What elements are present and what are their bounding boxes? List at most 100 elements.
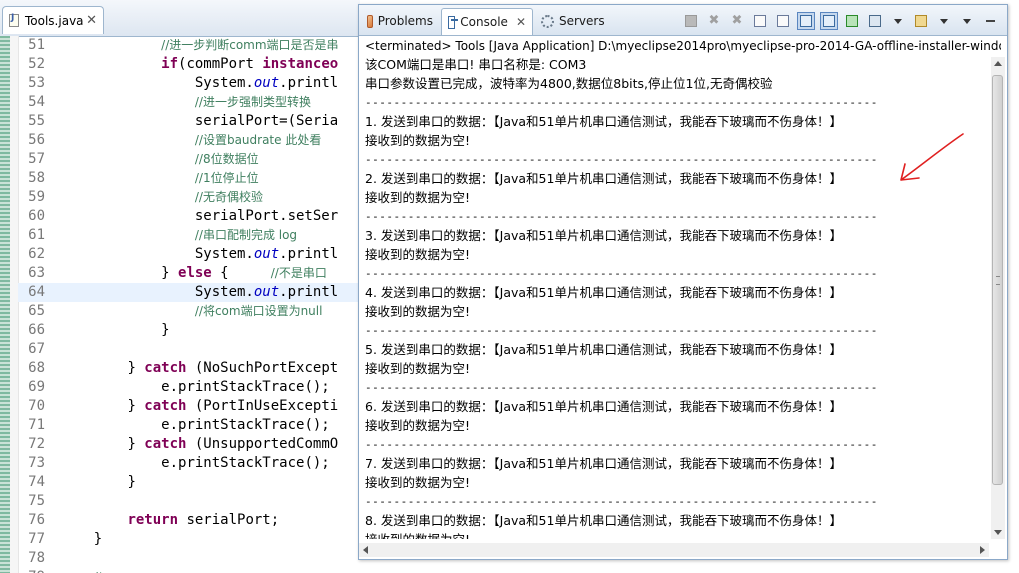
code-line[interactable]: 55 serialPort=(Seria: [18, 112, 360, 131]
code-line[interactable]: 53 System.out.printl: [18, 74, 360, 93]
code-token: }: [127, 360, 145, 376]
code-text: //进一步强制类型转换: [60, 93, 311, 112]
line-number: 66: [28, 322, 45, 338]
code-line[interactable]: 52 if(commPort instanceo: [18, 55, 360, 74]
code-line[interactable]: 69 e.printStackTrace();: [18, 378, 360, 397]
comment-token: //1位停止位: [194, 171, 259, 185]
code-line[interactable]: 63 } else { //不是串口: [18, 264, 360, 283]
tab-console[interactable]: Console ✕: [441, 8, 533, 35]
output-separator: ----------------------------------------…: [365, 210, 878, 223]
code-line[interactable]: 76 return serialPort;: [18, 511, 360, 530]
scrollbar-thumb[interactable]: [992, 75, 1003, 485]
code-line[interactable]: 66 }: [18, 321, 360, 340]
comment-token: //串口配制完成 log: [194, 228, 298, 242]
code-text: if(commPort instanceo: [60, 55, 338, 74]
code-line[interactable]: 61 //串口配制完成 log: [18, 226, 360, 245]
code-area[interactable]: 51 //进一步判断comm端口是否是串 52 if(commPort insta…: [18, 36, 360, 573]
comment-token: //进一步强制类型转换: [194, 95, 311, 109]
pin-console-glyph: [846, 15, 858, 27]
line-number: 65: [28, 303, 45, 319]
output-line: 1. 发送到串口的数据：【Java和51单片机串口通信测试，我能吞下玻璃而不伤身…: [365, 114, 842, 129]
code-line[interactable]: 54 //进一步强制类型转换: [18, 93, 360, 112]
code-line[interactable]: 51 //进一步判断comm端口是否是串: [18, 36, 360, 55]
pin-console-icon[interactable]: [843, 12, 861, 30]
scroll-right-icon[interactable]: [980, 546, 985, 554]
minimize-glyph: [985, 20, 995, 22]
tab-problems[interactable]: Problems: [361, 8, 439, 34]
code-line[interactable]: 59 //无奇偶校验: [18, 188, 360, 207]
display-console-dropdown-icon[interactable]: [889, 12, 907, 30]
line-number: 62: [28, 246, 45, 262]
console-output[interactable]: 该COM端口是串口! 串口名称是: COM3 串口参数设置已完成，波特率为4800…: [365, 55, 985, 539]
code-line[interactable]: 64 System.out.printl: [18, 283, 360, 302]
code-line[interactable]: 67: [18, 340, 360, 359]
display-console-glyph: [869, 15, 881, 27]
code-line[interactable]: 60 serialPort.setSer: [18, 207, 360, 226]
code-line[interactable]: 74 }: [18, 473, 360, 492]
line-number: 52: [28, 56, 45, 72]
code-text: e.printStackTrace();: [60, 378, 330, 397]
clear-console-icon[interactable]: [751, 12, 769, 30]
open-console-dropdown-icon[interactable]: [935, 12, 953, 30]
scroll-left-icon[interactable]: [363, 546, 368, 554]
scroll-down-icon[interactable]: [994, 530, 1002, 535]
code-line[interactable]: 71 e.printStackTrace();: [18, 416, 360, 435]
minimize-icon[interactable]: [981, 12, 999, 30]
tab-problems-label: Problems: [377, 14, 433, 28]
code-text: } catch (PortInUseExcepti: [60, 397, 338, 416]
line-number: 57: [28, 151, 45, 167]
field-token: out: [253, 284, 280, 300]
line-number: 56: [28, 132, 45, 148]
output-line: 5. 发送到串口的数据：【Java和51单片机串口通信测试，我能吞下玻璃而不伤身…: [365, 342, 842, 357]
code-line[interactable]: 57 //8位数据位: [18, 150, 360, 169]
code-token: (commPort: [178, 56, 263, 72]
code-line[interactable]: 68 } catch (NoSuchPortExcept: [18, 359, 360, 378]
code-line[interactable]: 72 } catch (UnsupportedCommO: [18, 435, 360, 454]
output-line: 串口参数设置已完成，波特率为4800,数据位8bits,停止位1位,无奇偶校验: [365, 76, 773, 91]
code-line[interactable]: 65 //将com端口设置为null: [18, 302, 360, 321]
code-line[interactable]: 56 //设置baudrate 此处看: [18, 131, 360, 150]
code-line[interactable]: 77 }: [18, 530, 360, 549]
line-number: 77: [28, 531, 45, 547]
show-on-error-glyph: [823, 15, 835, 27]
code-line[interactable]: 79 /*: [18, 568, 360, 573]
open-console-icon[interactable]: [912, 12, 930, 30]
line-number: 51: [28, 37, 45, 53]
scroll-up-icon[interactable]: [994, 61, 1002, 66]
line-number: 74: [28, 474, 45, 490]
remove-all-terminated-icon[interactable]: ✖: [728, 12, 746, 30]
keyword-token: if: [161, 56, 179, 72]
editor-tab-tools-java[interactable]: Tools.java ✕: [2, 6, 104, 34]
code-line[interactable]: 78: [18, 549, 360, 568]
comment-token: //不是串口: [270, 266, 327, 280]
output-line: 接收到的数据为空!: [365, 247, 471, 262]
code-text: /*: [60, 568, 104, 573]
tab-servers[interactable]: Servers: [535, 8, 613, 34]
code-line[interactable]: 73 e.printStackTrace();: [18, 454, 360, 473]
line-number: 61: [28, 227, 45, 243]
line-number: 58: [28, 170, 45, 186]
code-line[interactable]: 62 System.out.printl: [18, 245, 360, 264]
close-icon[interactable]: ✕: [516, 15, 526, 29]
display-console-icon[interactable]: [866, 12, 884, 30]
code-token: System.: [194, 246, 254, 262]
view-menu-icon[interactable]: [958, 12, 976, 30]
field-token: out: [253, 75, 280, 91]
code-line[interactable]: 70 } catch (PortInUseExcepti: [18, 397, 360, 416]
scroll-lock-icon[interactable]: [774, 12, 792, 30]
vertical-scrollbar[interactable]: [991, 57, 1005, 539]
code-text: } catch (UnsupportedCommO: [60, 435, 338, 454]
code-line[interactable]: 58 //1位停止位: [18, 169, 360, 188]
show-on-output-icon[interactable]: [797, 12, 815, 30]
line-number: 54: [28, 94, 45, 110]
code-line[interactable]: 75: [18, 492, 360, 511]
comment-token: //8位数据位: [194, 152, 259, 166]
show-on-error-icon[interactable]: [820, 12, 838, 30]
code-token: serialPort.setSer: [194, 208, 339, 224]
line-number: 76: [28, 512, 45, 528]
remove-launch-icon[interactable]: ✖: [705, 12, 723, 30]
horizontal-scrollbar[interactable]: [359, 543, 989, 557]
code-text: }: [60, 530, 102, 549]
close-icon[interactable]: ✕: [86, 13, 97, 28]
terminate-icon[interactable]: [682, 12, 700, 30]
